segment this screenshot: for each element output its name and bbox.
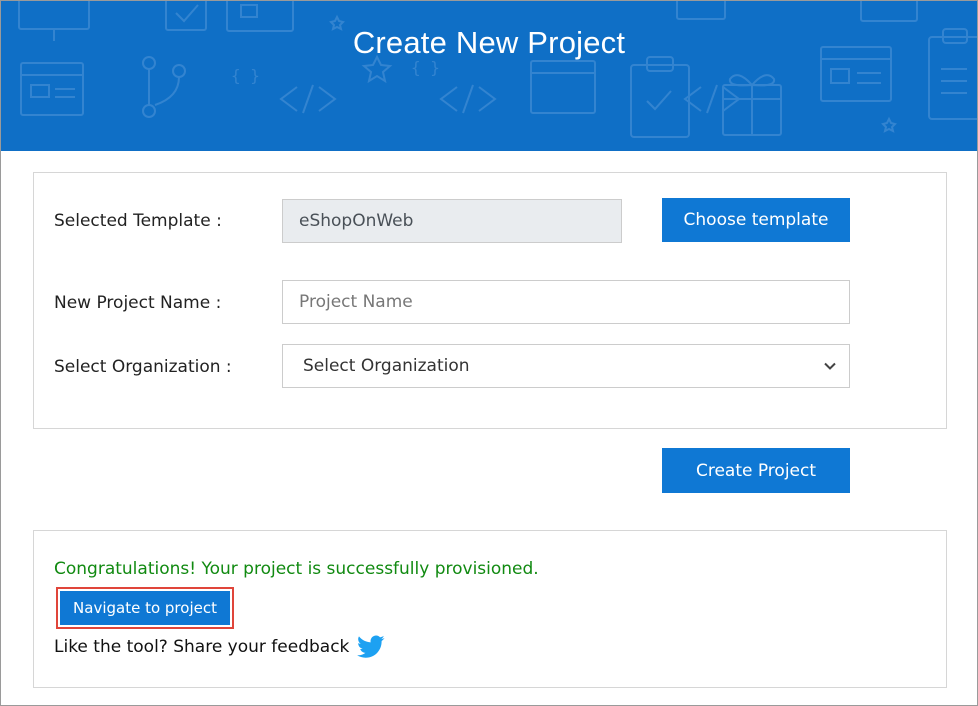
project-name-field — [282, 280, 850, 324]
navigate-to-project-button[interactable]: Navigate to project — [60, 591, 230, 625]
header-banner: { } { } Create New Project — [1, 1, 977, 151]
success-message: Congratulations! Your project is success… — [54, 559, 539, 579]
banner-pattern: { } { } — [18, 1, 977, 138]
navigate-highlight: Navigate to project — [56, 587, 234, 629]
chevron-down-icon — [824, 362, 836, 370]
create-project-button[interactable]: Create Project — [662, 448, 850, 493]
page-title: Create New Project — [352, 25, 626, 60]
twitter-icon[interactable] — [357, 635, 385, 659]
organization-select[interactable]: Select Organization — [282, 344, 850, 388]
project-name-label: New Project Name : — [54, 293, 222, 313]
result-panel: Congratulations! Your project is success… — [33, 530, 947, 688]
feedback-text: Like the tool? Share your feedback — [54, 637, 350, 657]
project-form-panel: Selected Template : eShopOnWeb Choose te… — [33, 172, 947, 429]
project-name-input[interactable] — [299, 281, 833, 323]
choose-template-button[interactable]: Choose template — [662, 198, 850, 242]
app-window: { } { } Create New Project Selected Temp… — [0, 0, 978, 706]
organization-selected-value: Select Organization — [303, 356, 470, 376]
svg-text:{ }: { } — [231, 66, 260, 85]
template-field: eShopOnWeb — [282, 199, 622, 243]
organization-label: Select Organization : — [54, 357, 232, 377]
template-label: Selected Template : — [54, 211, 222, 231]
